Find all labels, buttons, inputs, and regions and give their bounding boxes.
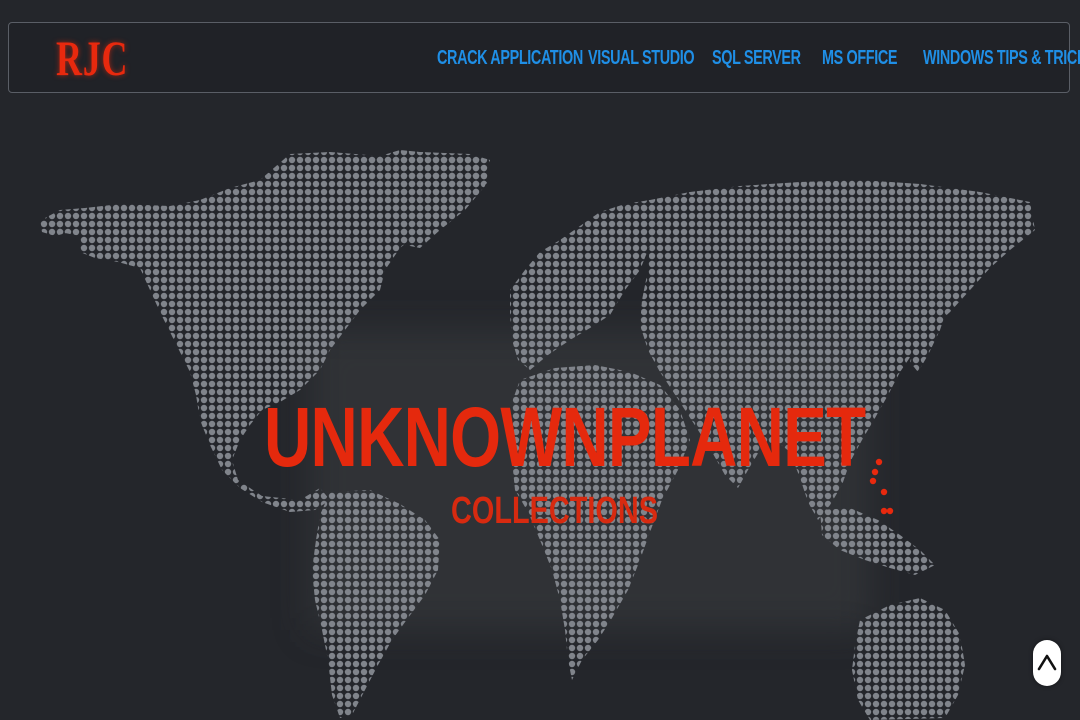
nav-link-sql-server[interactable]: SQL SERVER [712, 45, 801, 71]
hero-title: UNKNOWNPLANET [264, 390, 866, 484]
highlight-dot [880, 507, 888, 515]
nav-link-windows-tips-tricks[interactable]: WINDOWS TIPS & TRICKS [923, 45, 1080, 71]
highlight-dot [875, 458, 883, 466]
top-navbar: RJC CRACK APPLICATION VISUAL STUDIO SQL … [8, 22, 1080, 93]
brand-logo[interactable]: RJC [56, 33, 128, 83]
scroll-to-top-button[interactable] [1033, 640, 1061, 686]
highlight-dot [869, 477, 877, 485]
highlight-dot [871, 468, 879, 476]
highlight-islands [869, 458, 894, 515]
nav-link-visual-studio[interactable]: VISUAL STUDIO [588, 45, 695, 71]
continent-australia [852, 598, 965, 720]
nav-link-crack-application[interactable]: CRACK APPLICATION [437, 45, 583, 71]
page: RJC CRACK APPLICATION VISUAL STUDIO SQL … [0, 0, 1080, 720]
nav-link-ms-office[interactable]: MS OFFICE [822, 45, 898, 71]
hero-subtitle: COLLECTIONS [451, 490, 658, 532]
highlight-dot [880, 488, 888, 496]
chevron-up-icon [1037, 654, 1057, 671]
highlight-dot [886, 507, 894, 515]
